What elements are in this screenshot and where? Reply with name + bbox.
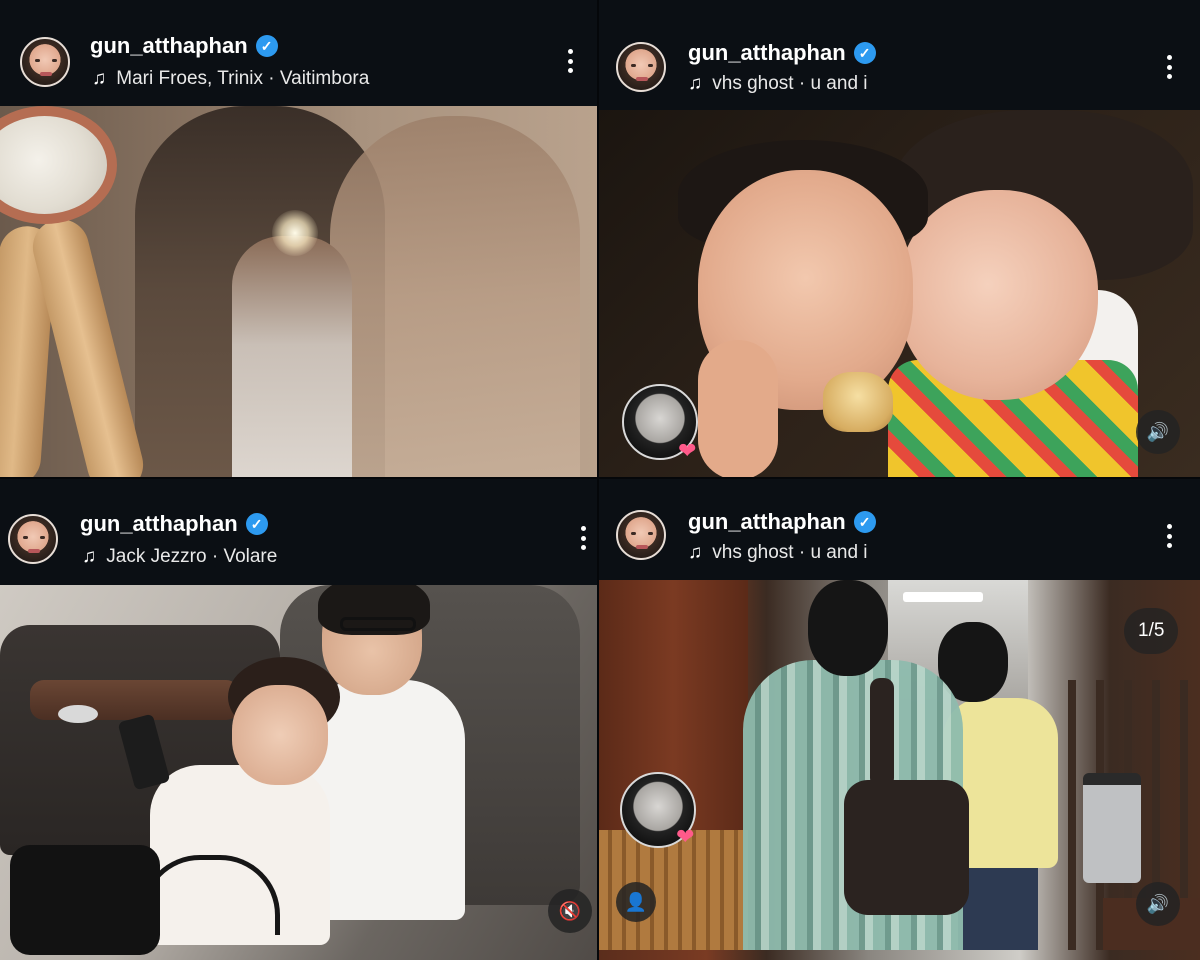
glasses	[340, 617, 416, 631]
verified-badge-icon: ✓	[853, 42, 876, 64]
trash-bin	[1083, 773, 1141, 883]
username-text[interactable]: gun_atthaphan	[688, 509, 846, 535]
figure	[232, 236, 352, 478]
heart-icon: ❤	[676, 824, 695, 849]
post-photo[interactable]	[0, 106, 598, 478]
hair	[808, 580, 888, 676]
heart-icon: ❤	[678, 438, 697, 463]
cupholder	[58, 705, 98, 723]
post-4: gun_atthaphan ✓ ♫ vhs ghost · u and i 1/…	[598, 478, 1200, 960]
music-info[interactable]: ♫ Mari Froes, Trinix · Vaitimbora	[92, 68, 369, 90]
speaker-on-icon[interactable]: 🔊	[1136, 882, 1180, 926]
post-header: gun_atthaphan ✓ ♫ Jack Jezzro · Volare	[0, 478, 598, 584]
music-track[interactable]: vhs ghost · u and i	[712, 542, 867, 564]
face	[232, 685, 328, 785]
more-options-icon[interactable]	[1164, 52, 1174, 82]
username[interactable]: gun_atthaphan ✓	[688, 40, 876, 66]
verified-badge-icon: ✓	[245, 513, 268, 535]
user-avatar[interactable]	[616, 510, 666, 560]
post-header: gun_atthaphan ✓ ♫ vhs ghost · u and i	[598, 0, 1200, 106]
username-text[interactable]: gun_atthaphan	[80, 511, 238, 537]
music-note-icon: ♫	[688, 73, 703, 94]
post-3: gun_atthaphan ✓ ♫ Jack Jezzro · Volare 🔇	[0, 478, 598, 960]
grid-divider	[597, 0, 599, 960]
post-photo[interactable]: ❤ 🔊	[598, 110, 1200, 478]
music-track[interactable]: vhs ghost · u and i	[712, 73, 867, 95]
more-options-icon[interactable]	[578, 523, 588, 553]
music-track[interactable]: Jack Jezzro · Volare	[106, 546, 277, 568]
music-note-icon: ♫	[82, 546, 97, 567]
username[interactable]: gun_atthaphan ✓	[80, 511, 268, 537]
carousel-counter: 1/5	[1124, 608, 1179, 654]
user-avatar[interactable]	[616, 42, 666, 92]
post-photo[interactable]: 1/5 ❤ 👤 🔊	[598, 580, 1200, 960]
more-options-icon[interactable]	[565, 46, 575, 76]
figure	[330, 116, 580, 478]
speaker-on-icon[interactable]: 🔊	[1136, 410, 1180, 454]
username[interactable]: gun_atthaphan ✓	[688, 509, 876, 535]
hand	[698, 340, 778, 478]
camera-flash	[272, 210, 318, 256]
grid-divider	[0, 477, 1200, 479]
music-track[interactable]: Mari Froes, Trinix · Vaitimbora	[116, 68, 369, 90]
music-info[interactable]: ♫ vhs ghost · u and i	[688, 542, 868, 564]
music-info[interactable]: ♫ Jack Jezzro · Volare	[82, 546, 277, 568]
speaker-muted-icon[interactable]: 🔇	[548, 889, 592, 933]
user-avatar[interactable]	[8, 514, 58, 564]
more-options-icon[interactable]	[1164, 521, 1174, 551]
person-tag-icon[interactable]: 👤	[616, 882, 656, 922]
music-note-icon: ♫	[92, 68, 107, 89]
user-avatar[interactable]	[20, 37, 70, 87]
lamp	[0, 106, 117, 224]
username-text[interactable]: gun_atthaphan	[688, 40, 846, 66]
post-header: gun_atthaphan ✓ ♫ Mari Froes, Trinix · V…	[0, 0, 598, 106]
ceiling-light	[903, 592, 983, 602]
username[interactable]: gun_atthaphan ✓	[90, 33, 278, 59]
handbag	[10, 845, 160, 955]
bag-strap	[870, 678, 894, 788]
tote-bag	[844, 780, 969, 915]
person	[958, 865, 1038, 950]
post-header: gun_atthaphan ✓ ♫ vhs ghost · u and i	[598, 478, 1200, 584]
post-2: gun_atthaphan ✓ ♫ vhs ghost · u and i ❤ …	[598, 0, 1200, 478]
post-1: gun_atthaphan ✓ ♫ Mari Froes, Trinix · V…	[0, 0, 598, 478]
username-text[interactable]: gun_atthaphan	[90, 33, 248, 59]
music-info[interactable]: ♫ vhs ghost · u and i	[688, 73, 868, 95]
post-photo[interactable]: 🔇	[0, 585, 598, 960]
food	[823, 372, 893, 432]
music-note-icon: ♫	[688, 542, 703, 563]
verified-badge-icon: ✓	[255, 35, 278, 57]
verified-badge-icon: ✓	[853, 511, 876, 533]
face	[898, 190, 1098, 400]
